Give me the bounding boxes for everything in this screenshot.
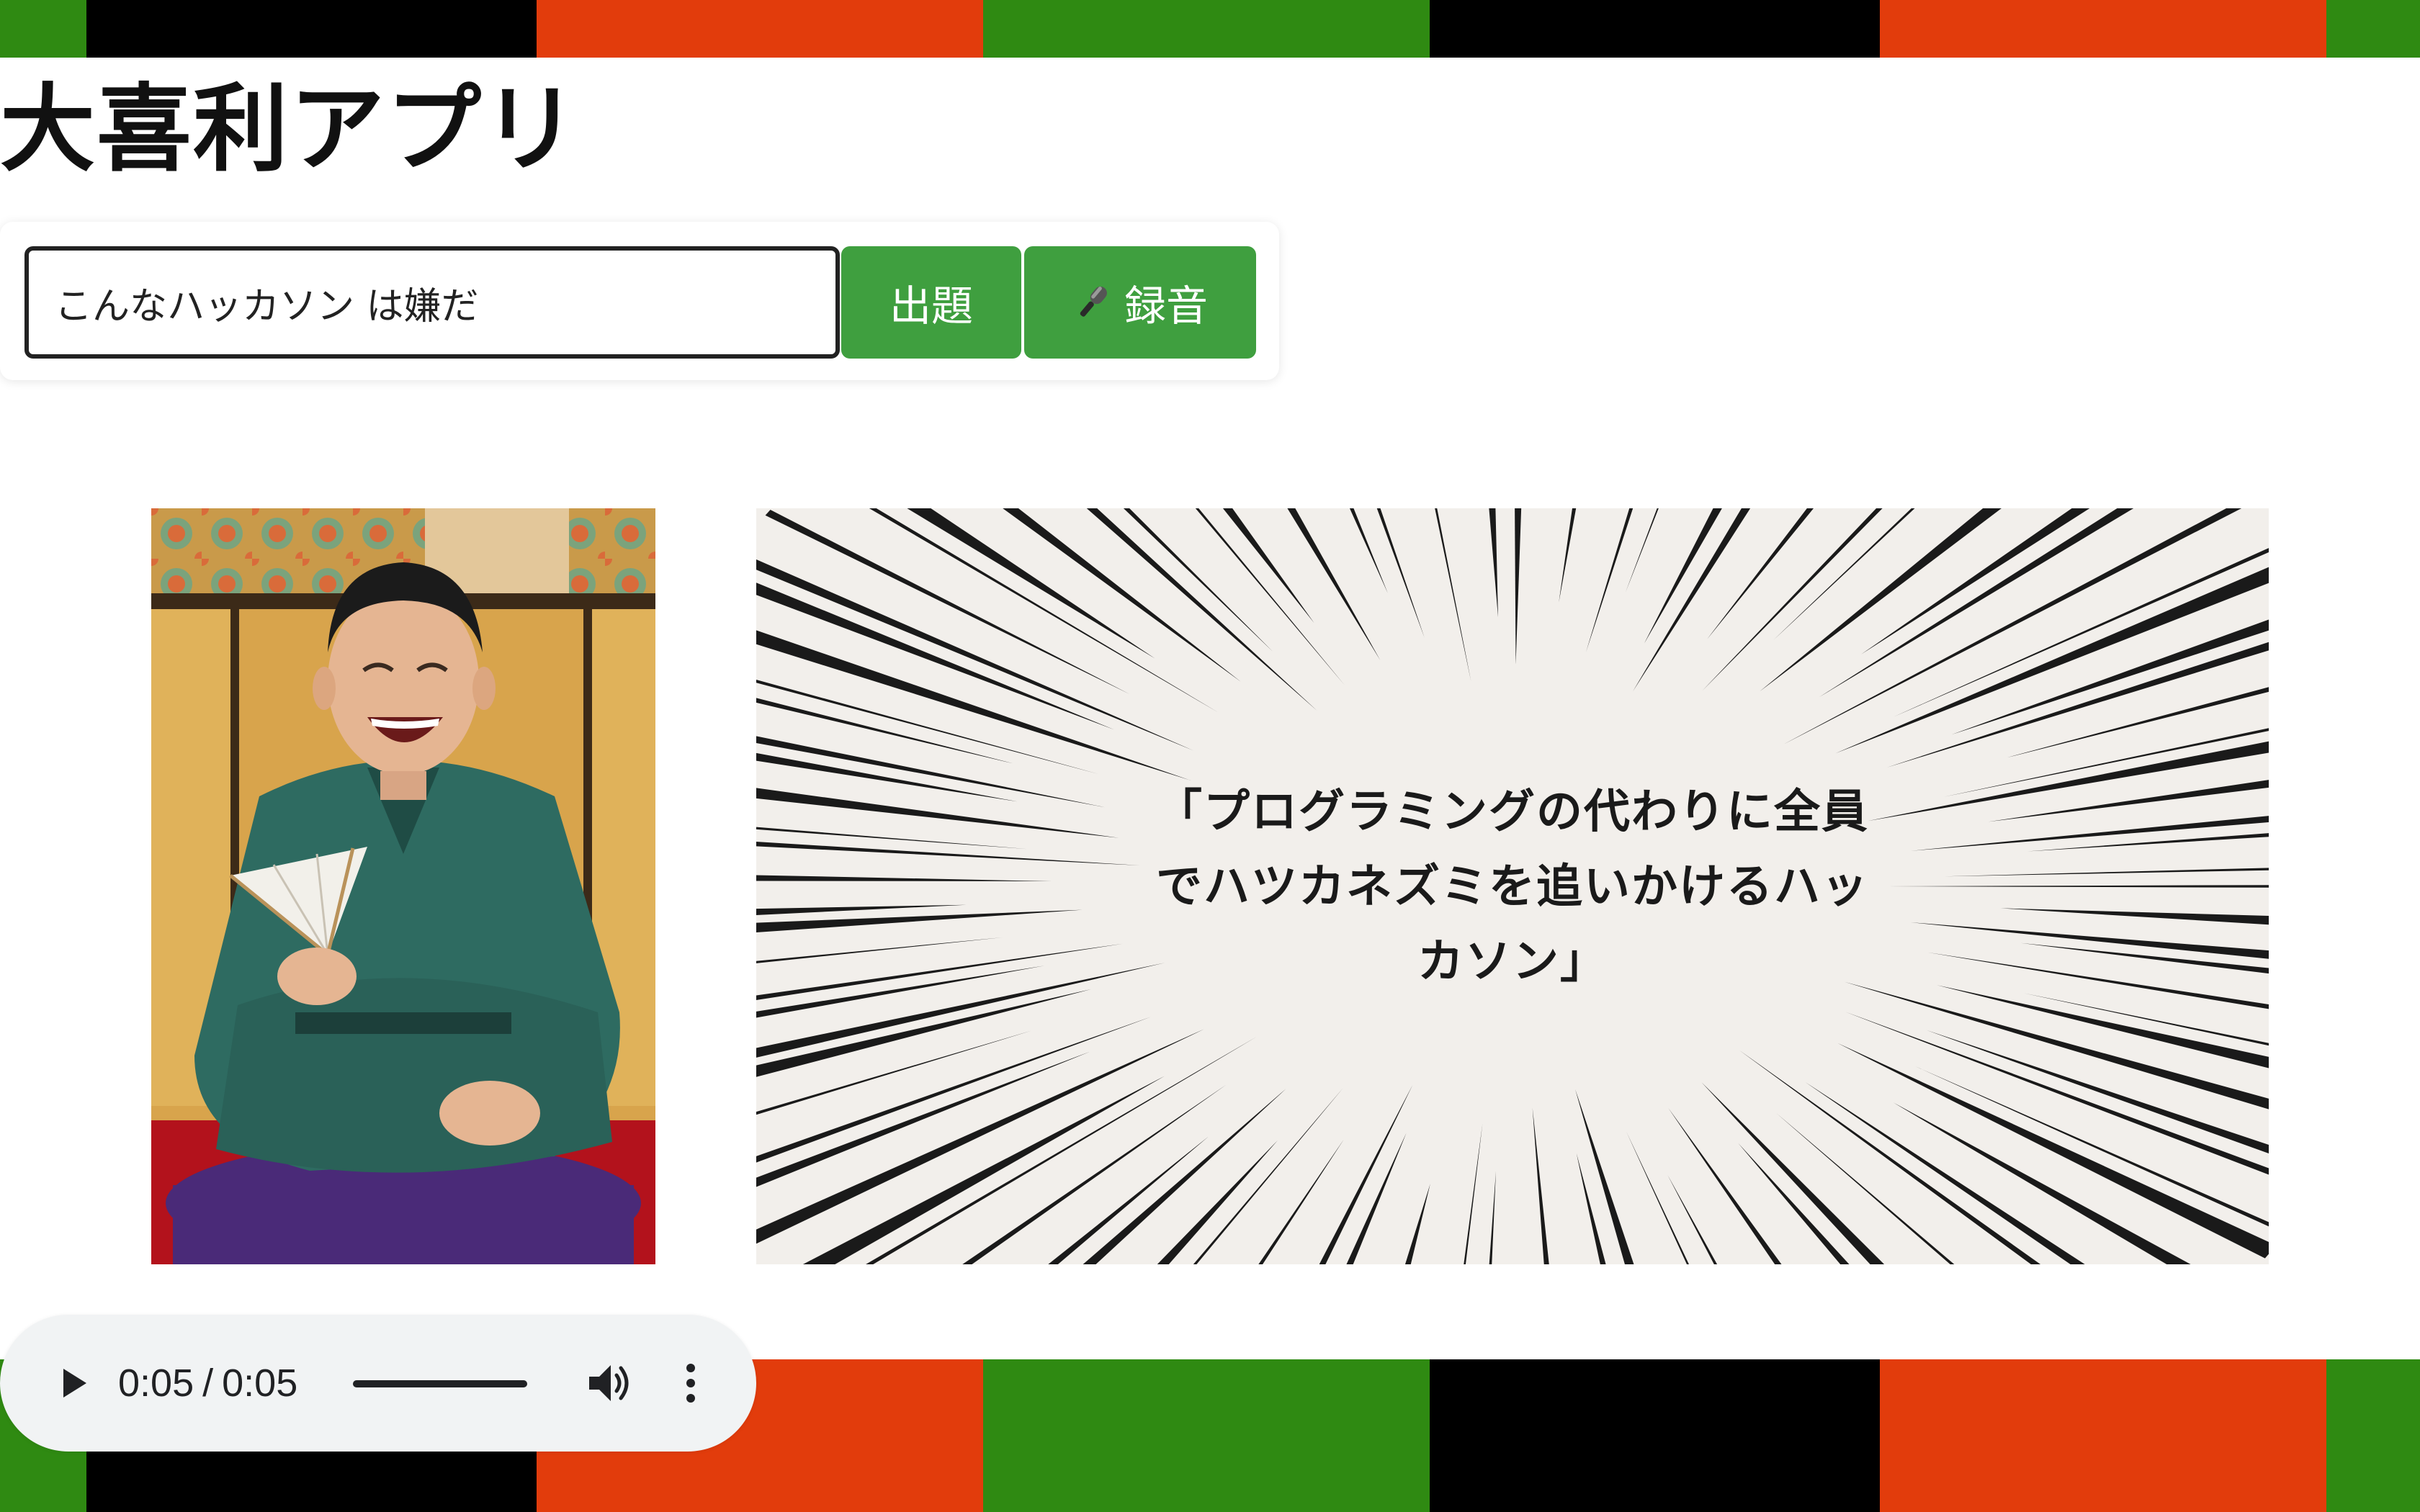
rakugo-performer-image [151, 508, 655, 1264]
more-vert-icon[interactable] [673, 1359, 709, 1407]
speed-line [1707, 508, 1814, 639]
speed-line [1586, 508, 1634, 652]
prompt-input[interactable] [24, 246, 840, 359]
speed-line [756, 559, 1194, 751]
speed-line [1489, 508, 1498, 618]
speed-line [1783, 508, 2242, 744]
performer-illustration [151, 508, 655, 1264]
volume-icon[interactable] [583, 1358, 634, 1408]
speed-line [1644, 508, 1722, 644]
curtain-stripe-black [1430, 0, 1880, 58]
current-time: 0:05 [118, 1362, 194, 1405]
speed-line [1515, 508, 1522, 665]
speed-line [1489, 1171, 1496, 1264]
speed-line [1868, 741, 2269, 822]
curtain-stripe-red [1880, 1359, 2326, 1512]
speed-line [1222, 508, 1314, 624]
time-display: 0:05/0:05 [118, 1358, 297, 1408]
curtain-stripe-black [1430, 1359, 1880, 1512]
time-separator: / [202, 1362, 214, 1405]
speed-line [1287, 508, 1381, 660]
answer-text: 「プログラミングの代わりに全員でハツカネズミを追いかけるハッカソン」 [1156, 786, 1869, 989]
curtain-top-border [0, 0, 2420, 58]
microphone-icon [1080, 286, 1107, 317]
speed-line [1943, 728, 2269, 797]
speed-line [1048, 1136, 1209, 1264]
submit-button-label: 出題 [889, 282, 973, 330]
speed-line [802, 1076, 1165, 1264]
answer-card: 「プログラミングの代わりに全員でハツカネズミを追いかけるハッカソン」 [756, 508, 2269, 1264]
speed-line [1376, 508, 1425, 638]
speed-line [1887, 885, 2269, 888]
curtain-stripe-black [86, 0, 537, 58]
speed-line [1626, 1132, 1689, 1264]
speed-line [756, 1030, 1032, 1115]
audio-player: 0:05/0:05 [0, 1315, 756, 1452]
speed-line [1559, 508, 1577, 603]
speed-line [1944, 868, 2269, 877]
speed-line [756, 752, 1018, 802]
curtain-stripe-green [2326, 1359, 2420, 1512]
speed-line [1886, 642, 2269, 768]
curtain-stripe-green [2326, 0, 2420, 58]
curtain-stripe-green [983, 1359, 1430, 1512]
speed-line [1464, 1123, 1483, 1264]
seek-progress [353, 1380, 527, 1387]
speed-line [1893, 1102, 2191, 1264]
speed-line [1346, 1133, 1407, 1264]
play-icon[interactable] [50, 1360, 97, 1406]
app-title: 大喜利アプリ [0, 74, 579, 185]
curtain-stripe-red [1880, 0, 2326, 58]
submit-prompt-button[interactable]: 出題 [841, 246, 1021, 359]
speed-line [1776, 1113, 1955, 1264]
speed-line [756, 827, 1028, 850]
curtain-stripe-green [0, 0, 86, 58]
record-button[interactable]: 録音 [1024, 246, 1256, 359]
speed-line [756, 875, 1052, 881]
speed-line [1532, 1107, 1549, 1264]
speed-line [1123, 508, 1273, 652]
speed-line [1702, 508, 1883, 691]
curtain-stripe-green [983, 0, 1430, 58]
speed-line [1319, 1084, 1413, 1264]
speed-line [756, 909, 1083, 933]
seek-slider[interactable] [353, 1380, 527, 1387]
speed-line [756, 1051, 1090, 1187]
curtain-stripe-red [537, 0, 983, 58]
speed-line [1258, 1139, 1344, 1264]
speed-line [1404, 1184, 1430, 1264]
speed-line [1910, 922, 2269, 959]
speed-line [756, 1029, 1204, 1244]
speed-line [756, 963, 1165, 1058]
speed-line [1910, 816, 2269, 851]
duration: 0:05 [222, 1362, 298, 1405]
prompt-form: 出題 録音 [0, 222, 1279, 380]
speed-line [1667, 1174, 1718, 1264]
speed-line [1575, 1089, 1634, 1264]
record-button-label: 録音 [1124, 282, 1208, 330]
